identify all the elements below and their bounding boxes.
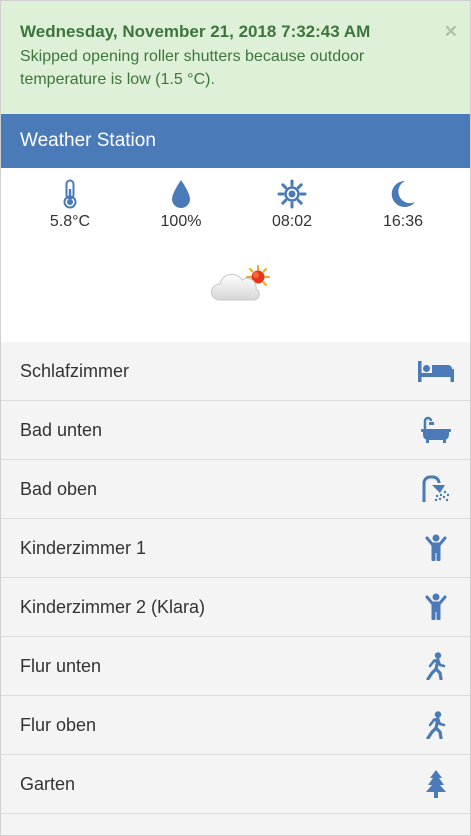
room-label: Garten (20, 774, 76, 794)
bathtub-icon (418, 415, 454, 445)
room-label: Heizung (20, 814, 86, 835)
list-item[interactable]: Heizung (1, 814, 470, 835)
cloud-sun-icon (209, 264, 273, 306)
list-item[interactable]: Schlafzimmer (1, 342, 470, 401)
sun-icon (252, 178, 332, 210)
droplet-icon (141, 178, 221, 210)
walking-icon (418, 710, 454, 740)
sunset-value: 16:36 (382, 213, 424, 230)
close-icon[interactable]: × (445, 21, 457, 43)
room-label: Flur unten (20, 656, 102, 676)
temperature-value: 5.8°C (49, 213, 91, 230)
app-frame: Wednesday, November 21, 2018 7:32:43 AM … (0, 0, 471, 836)
list-item[interactable]: Flur oben (1, 696, 470, 755)
walking-icon (418, 651, 454, 681)
list-item[interactable]: Bad unten (1, 401, 470, 460)
temperature-widget: 5.8°C (30, 178, 110, 231)
alert-title: Wednesday, November 21, 2018 7:32:43 AM (20, 22, 371, 41)
room-list: Schlafzimmer Bad unten Bad oben Kinderzi… (1, 342, 470, 835)
bed-icon (418, 356, 454, 386)
sunrise-widget: 08:02 (252, 178, 332, 231)
shower-icon (418, 474, 454, 504)
list-item[interactable]: Bad oben (1, 460, 470, 519)
sunrise-value: 08:02 (271, 213, 313, 230)
room-label: Kinderzimmer 1 (20, 538, 147, 558)
notification-alert: Wednesday, November 21, 2018 7:32:43 AM … (1, 1, 470, 114)
weather-panel: 5.8°C 100% 08:02 16:36 (1, 168, 470, 342)
humidity-widget: 100% (141, 178, 221, 231)
list-item[interactable]: Kinderzimmer 2 (Klara) (1, 578, 470, 637)
room-label: Bad oben (20, 479, 98, 499)
sunset-widget: 16:36 (363, 178, 443, 231)
child-icon (418, 592, 454, 622)
moon-icon (363, 178, 443, 210)
alert-message: Skipped opening roller shutters because … (20, 48, 365, 88)
list-item[interactable]: Kinderzimmer 1 (1, 519, 470, 578)
child-icon (418, 533, 454, 563)
list-item[interactable]: Garten (1, 755, 470, 814)
list-item[interactable]: Flur unten (1, 637, 470, 696)
room-label: Bad unten (20, 420, 103, 440)
room-label: Flur oben (20, 715, 97, 735)
weather-station-header[interactable]: Weather Station (1, 114, 470, 168)
heating-icon (418, 828, 454, 835)
tree-icon (418, 769, 454, 799)
room-label: Schlafzimmer (20, 361, 130, 381)
thermometer-icon (30, 178, 110, 210)
humidity-value: 100% (160, 213, 202, 230)
room-label: Kinderzimmer 2 (Klara) (20, 597, 206, 617)
